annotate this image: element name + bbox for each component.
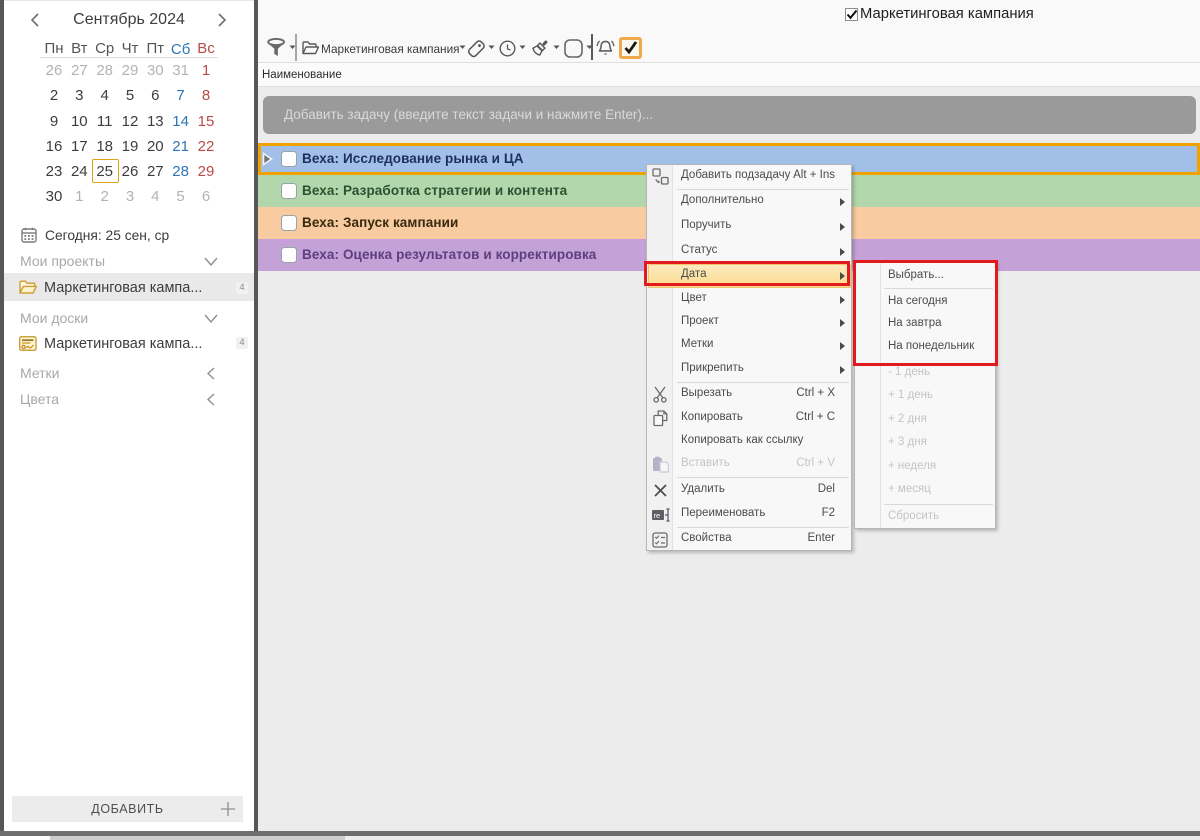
svg-text:re: re bbox=[654, 511, 661, 520]
